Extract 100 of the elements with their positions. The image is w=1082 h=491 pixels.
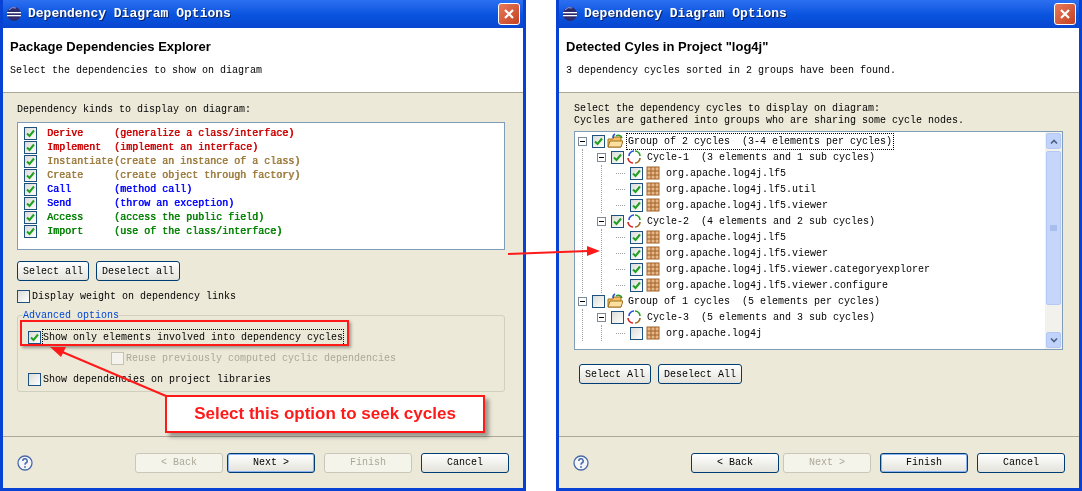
checkbox[interactable] [611, 310, 624, 324]
wizard-button[interactable]: < Back [691, 452, 779, 473]
checkbox[interactable] [28, 373, 41, 386]
checkbox[interactable] [24, 224, 37, 238]
minus-icon [580, 298, 585, 304]
minus-icon [580, 138, 585, 144]
page-description: Select the dependencies to show on diagram [10, 63, 264, 78]
wizard-button[interactable]: Cancel [421, 452, 509, 473]
instruction-text: Cycles are gathered into groups who are sharing some cycle nodes. [574, 115, 966, 127]
tree-item-label[interactable]: org.apache.log4j.lf5.viewer [665, 197, 830, 213]
wizard-button[interactable]: Finish [880, 452, 968, 473]
package-icon [645, 197, 661, 213]
list-button[interactable]: Select All [579, 364, 651, 384]
scroll-thumb[interactable] [1046, 151, 1061, 305]
package-icon [645, 325, 661, 341]
dependency-kind-description: (create an instance of a class) [114, 154, 301, 169]
window-title: Dependency Diagram Options [28, 5, 232, 24]
package-icon [645, 229, 661, 245]
grip-icon [1050, 224, 1057, 232]
tree-item-label[interactable]: Cycle-2 (4 elements and 2 sub cycles) [646, 213, 877, 229]
list-button[interactable]: Deselect All [658, 364, 743, 384]
option-label[interactable]: Show only elements involved into dependency cycles [43, 330, 344, 345]
help-icon [573, 454, 589, 471]
checkbox[interactable] [24, 140, 37, 154]
app-icon [562, 6, 578, 22]
list-button[interactable]: Select all [17, 261, 89, 281]
tree-item-label[interactable]: org.apache.log4j.lf5.viewer [665, 245, 830, 261]
tree-item-label[interactable]: org.apache.log4j.lf5 [665, 165, 788, 181]
dependency-kind-name: Import [47, 224, 84, 239]
checkbox[interactable] [24, 126, 37, 140]
tree-item-label[interactable]: Cycle-1 (3 elements and 1 sub cycles) [646, 149, 877, 165]
dependency-kind-name: Access [47, 210, 84, 225]
tree-item-label[interactable]: org.apache.log4j.lf5.viewer.categoryexplorer [665, 261, 932, 277]
tree-item-label[interactable]: Group of 1 cycles (5 elements per cycles) [627, 293, 882, 309]
tree-item-label[interactable]: Group of 2 cycles (3-4 elements per cycles) [627, 133, 894, 149]
package-icon [645, 181, 661, 197]
scroll-up-button[interactable] [1046, 133, 1061, 149]
group-title: Advanced options [23, 309, 119, 323]
minus-icon [599, 154, 604, 160]
checkbox[interactable] [592, 134, 605, 148]
checkbox[interactable] [611, 214, 624, 228]
checkbox[interactable] [592, 294, 605, 308]
close-icon [503, 8, 515, 20]
checkbox[interactable] [630, 262, 643, 276]
checkbox[interactable] [24, 210, 37, 224]
wizard-button[interactable]: Cancel [977, 452, 1065, 473]
minus-icon [599, 218, 604, 224]
expand-toggle[interactable] [578, 296, 587, 306]
checkbox[interactable] [630, 230, 643, 244]
checkbox[interactable] [28, 331, 41, 344]
package-icon [645, 261, 661, 277]
page-title: Package Dependencies Explorer [10, 38, 212, 56]
dependency-kind-name: Instantiate [47, 154, 114, 169]
cycle-icon [626, 309, 642, 325]
check-icon [30, 333, 39, 342]
dependency-kind-description: (implement an interface) [114, 140, 259, 155]
option-label[interactable]: Display weight on dependency links [32, 289, 237, 304]
tree-item-label[interactable]: org.apache.log4j.lf5.util [665, 181, 818, 197]
checkbox[interactable] [24, 196, 37, 210]
expand-toggle[interactable] [597, 312, 606, 322]
checkbox[interactable] [24, 168, 37, 182]
callout-text: Select this option to seek cycles [165, 395, 485, 433]
tree-item-label[interactable]: org.apache.log4j.lf5 [665, 229, 788, 245]
checkbox[interactable] [630, 326, 643, 340]
scrollbar[interactable] [1045, 132, 1062, 349]
expand-toggle[interactable] [597, 152, 606, 162]
close-button[interactable] [1054, 3, 1076, 25]
app-icon [6, 6, 22, 22]
checkbox[interactable] [24, 182, 37, 196]
tree-item-label[interactable]: org.apache.log4j.lf5.viewer.configure [665, 277, 890, 293]
dependency-kind-description: (throw an exception) [114, 196, 235, 211]
window-title: Dependency Diagram Options [584, 5, 788, 24]
checkbox[interactable] [630, 166, 643, 180]
dependency-kind-name: Implement [47, 140, 102, 155]
chevron-down-icon [1049, 337, 1058, 343]
dependency-kind-name: Create [47, 168, 84, 183]
expand-toggle[interactable] [597, 216, 606, 226]
list-button[interactable]: Deselect all [96, 261, 181, 281]
dependency-kind-description: (method call) [114, 182, 192, 197]
instruction-text: Select the dependency cycles to display on diagram: [574, 103, 882, 115]
minus-icon [599, 314, 604, 320]
folder-icon [607, 133, 623, 149]
checkbox[interactable] [630, 182, 643, 196]
scroll-down-button[interactable] [1046, 332, 1061, 348]
checkbox[interactable] [630, 278, 643, 292]
close-button[interactable] [498, 3, 520, 25]
tree-item-label[interactable]: Cycle-3 (5 elements and 3 sub cycles) [646, 309, 877, 325]
checkbox[interactable] [630, 246, 643, 260]
page-title: Detected Cyles in Project "log4j" [566, 38, 770, 56]
tree-item-label[interactable]: org.apache.log4j [665, 325, 763, 341]
list-label: Dependency kinds to display on diagram: [17, 103, 253, 117]
expand-toggle[interactable] [578, 136, 587, 146]
dependency-kind-description: (use of the class/interface) [114, 224, 283, 239]
checkbox[interactable] [630, 198, 643, 212]
wizard-button[interactable]: Next > [227, 452, 315, 473]
dependency-kind-description: (create object through factory) [114, 168, 301, 183]
package-icon [645, 245, 661, 261]
checkbox[interactable] [24, 154, 37, 168]
checkbox[interactable] [611, 150, 624, 164]
checkbox[interactable] [17, 290, 30, 303]
